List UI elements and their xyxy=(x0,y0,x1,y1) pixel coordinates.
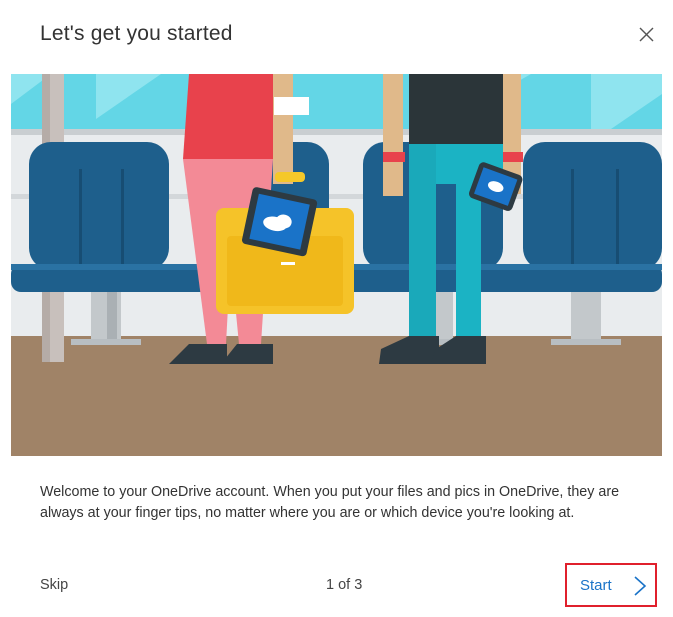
chevron-right-icon xyxy=(634,576,647,596)
dialog-title: Let's get you started xyxy=(40,22,233,45)
welcome-description: Welcome to your OneDrive account. When y… xyxy=(40,484,620,521)
welcome-dialog: Let's get you started Welcome to your On… xyxy=(0,0,673,617)
start-label: Start xyxy=(580,577,612,594)
close-icon xyxy=(639,27,654,42)
close-button[interactable] xyxy=(636,24,658,46)
hero-illustration xyxy=(11,74,662,456)
page-indicator: 1 of 3 xyxy=(326,577,363,593)
skip-link[interactable]: Skip xyxy=(40,577,68,593)
start-button[interactable]: Start xyxy=(565,563,657,607)
